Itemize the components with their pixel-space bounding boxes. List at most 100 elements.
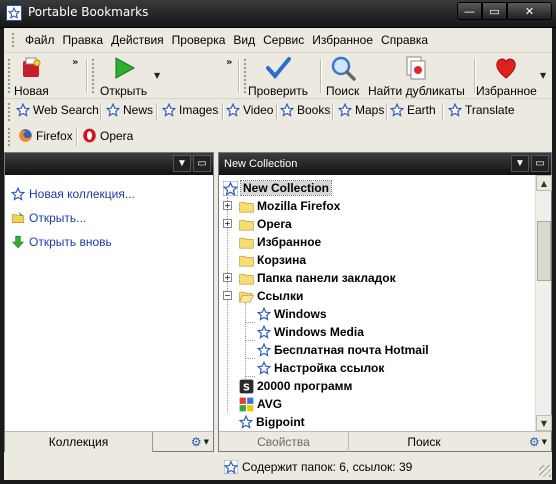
link-label: Web Search (33, 103, 99, 117)
menu-view[interactable]: Вид (229, 33, 259, 47)
menu-edit[interactable]: Правка (59, 33, 108, 47)
open-dropdown-arrow[interactable]: ▼ (154, 71, 160, 80)
gear-icon[interactable]: ⚙ ▼ (529, 435, 547, 449)
link-firefox[interactable]: Firefox (18, 128, 73, 143)
tree-node-link[interactable]: Windows Media (257, 323, 364, 341)
linkbar-grip[interactable] (8, 103, 11, 121)
toolbar-overflow-chevron-2[interactable]: » (226, 57, 232, 68)
toolbar-separator (86, 59, 88, 93)
new-button[interactable]: Новая (14, 55, 49, 98)
star-icon (257, 343, 271, 357)
tab-search[interactable]: Поиск (349, 432, 499, 452)
tab-collection[interactable]: Коллекция (5, 432, 153, 452)
toolbar-grip[interactable] (92, 59, 95, 93)
folder-icon (239, 273, 254, 284)
link-web-search[interactable]: Web Search (16, 103, 99, 117)
link-news[interactable]: News (106, 103, 153, 117)
gear-icon[interactable]: ⚙ ▼ (191, 435, 209, 449)
open-button-label: Открыть (100, 84, 148, 98)
tree-node-link[interactable]: Windows (257, 305, 327, 323)
tree-node-folder[interactable]: Корзина (239, 251, 306, 269)
star-icon (280, 103, 294, 117)
menu-tools[interactable]: Сервис (259, 33, 308, 47)
link-earth[interactable]: Earth (390, 103, 436, 117)
tree-node-link[interactable]: Bigpoint (239, 413, 305, 431)
new-collection-icon (11, 187, 25, 201)
link-images[interactable]: Images (162, 103, 218, 117)
toolbar-overflow-chevron[interactable]: » (72, 57, 78, 68)
app-icon (6, 5, 22, 21)
star-icon (448, 103, 462, 117)
softportal-icon: S (239, 379, 254, 393)
tree-node-link[interactable]: S 20000 программ (239, 377, 352, 395)
find-duplicates-button[interactable]: Найти дубликаты (368, 55, 465, 98)
link-opera[interactable]: Opera (82, 128, 133, 143)
task-new-collection[interactable]: Новая коллекция... (11, 187, 135, 201)
favorites-button-label: Избранное (476, 84, 537, 98)
tree-node-folder[interactable]: Избранное (239, 233, 321, 251)
filter-icon[interactable]: ▼ (173, 155, 191, 172)
tree-expander[interactable]: + (223, 273, 232, 282)
toolbar-grip[interactable] (8, 59, 11, 93)
tab-properties[interactable]: Свойства (219, 432, 349, 452)
tree-node-label: Избранное (257, 235, 322, 249)
link-label: Images (179, 103, 219, 117)
collection-pane: New Collection ▼ ▭ New Collection + Mozi… (218, 152, 552, 452)
scroll-up-arrow[interactable]: ▲ (536, 175, 552, 191)
tree-expander[interactable]: − (223, 291, 232, 300)
tree-node-label: Windows (274, 307, 327, 321)
tree-node-root[interactable]: New Collection (223, 179, 333, 197)
filter-icon[interactable]: ▼ (511, 155, 529, 172)
menu-favorites[interactable]: Избранное (308, 33, 377, 47)
menu-help[interactable]: Справка (377, 33, 432, 47)
star-icon (257, 307, 271, 321)
scroll-thumb[interactable] (537, 221, 551, 281)
tree-node-label: Opera (257, 217, 292, 231)
favorites-dropdown-arrow[interactable]: ▼ (540, 71, 546, 80)
link-label: Firefox (36, 128, 73, 143)
search-button[interactable]: Поиск (326, 55, 359, 98)
check-button[interactable]: Проверить (248, 55, 308, 98)
tree-node-folder[interactable]: Mozilla Firefox (239, 197, 340, 215)
tree-node-folder[interactable]: Opera (239, 215, 292, 233)
restore-pane-icon[interactable]: ▭ (531, 155, 549, 172)
menu-actions[interactable]: Действия (107, 33, 168, 47)
scroll-down-arrow[interactable]: ▼ (536, 415, 552, 431)
toolbar-separator (320, 59, 322, 93)
toolbar-grip[interactable] (244, 59, 247, 93)
minimize-button[interactable]: — (457, 2, 482, 20)
linkbar-grip[interactable] (8, 128, 11, 146)
tree-connector (227, 197, 228, 413)
menubar-grip[interactable] (12, 33, 15, 47)
open-button[interactable]: Открыть (100, 55, 147, 98)
tree-scrollbar[interactable]: ▲ ▼ (535, 175, 552, 431)
resize-grip[interactable] (539, 465, 551, 477)
task-label: Новая коллекция... (29, 187, 135, 201)
maximize-button[interactable]: ▭ (482, 2, 507, 20)
close-button[interactable]: ✕ (507, 2, 552, 20)
favorites-button[interactable]: Избранное (476, 55, 537, 98)
link-books[interactable]: Books (280, 103, 330, 117)
tree-node-link[interactable]: Настройка ссылок (257, 359, 384, 377)
link-maps[interactable]: Maps (338, 103, 384, 117)
menu-file[interactable]: Файл (21, 33, 59, 47)
tree-node-label: 20000 программ (257, 379, 353, 393)
tree-node-folder[interactable]: Папка панели закладок (239, 269, 396, 287)
tree-node-folder-open[interactable]: Ссылки (239, 287, 303, 305)
task-label: Открыть вновь (29, 235, 112, 249)
tree-expander[interactable]: + (223, 201, 232, 210)
link-translate[interactable]: Translate (448, 103, 515, 117)
link-separator (76, 128, 78, 146)
menu-check[interactable]: Проверка (168, 33, 230, 47)
window-title: Portable Bookmarks (28, 5, 149, 19)
restore-pane-icon[interactable]: ▭ (193, 155, 211, 172)
play-arrow-icon (111, 55, 137, 81)
tree-node-link[interactable]: Бесплатная почта Hotmail (257, 341, 429, 359)
tree-node-link[interactable]: AVG (239, 395, 282, 413)
task-reopen[interactable]: Открыть вновь (11, 235, 112, 249)
collection-pane-title: New Collection (224, 158, 298, 170)
tree-expander[interactable]: + (223, 219, 232, 228)
link-video[interactable]: Video (226, 103, 273, 117)
task-open[interactable]: Открыть... (11, 211, 86, 225)
link-separator (222, 103, 224, 121)
